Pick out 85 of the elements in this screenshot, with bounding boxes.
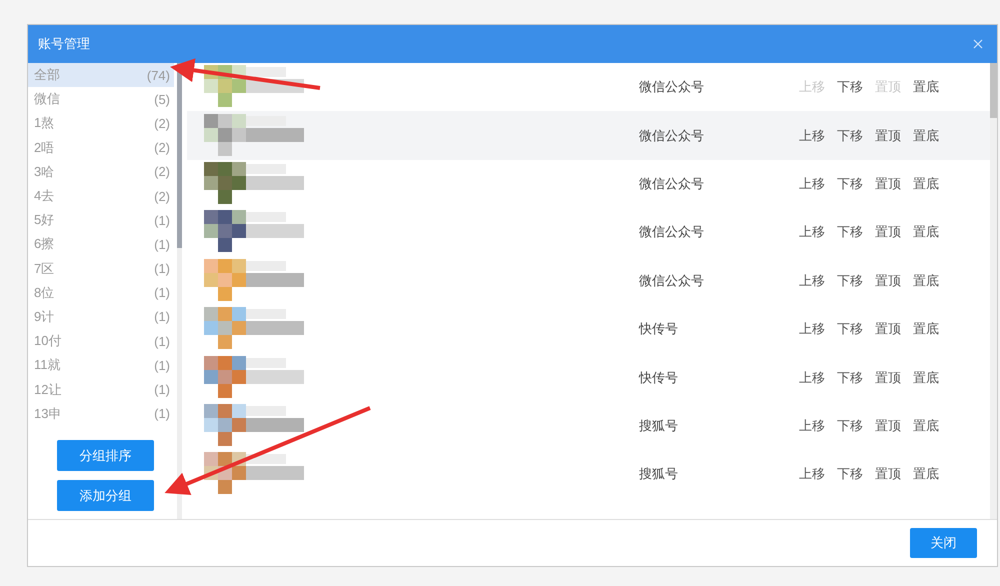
group-name: 2唔 xyxy=(34,138,54,157)
group-name: 3哈 xyxy=(34,162,54,181)
action-link[interactable]: 下移 xyxy=(837,223,863,242)
action-link[interactable]: 下移 xyxy=(837,126,863,145)
action-link[interactable]: 置顶 xyxy=(875,174,901,193)
group-name: 13申 xyxy=(34,404,62,423)
account-row[interactable]: 微信公众号 上移 下移 置顶 置底 xyxy=(187,111,990,160)
action-link[interactable]: 上移 xyxy=(799,320,825,338)
account-type: 微信公众号 xyxy=(639,223,705,242)
account-type: 微信公众号 xyxy=(639,126,705,145)
account-type: 搜狐号 xyxy=(639,416,679,435)
close-icon[interactable] xyxy=(973,39,983,49)
group-count: (1) xyxy=(154,285,170,300)
action-link[interactable]: 下移 xyxy=(837,368,863,387)
group-name: 7区 xyxy=(34,260,54,278)
group-count: (1) xyxy=(154,406,170,422)
account-row[interactable]: 微信公众号 上移 下移 置顶 置底 xyxy=(187,208,990,257)
group-count: (74) xyxy=(146,68,170,83)
account-type: 搜狐号 xyxy=(639,465,679,484)
action-link[interactable]: 上移 xyxy=(799,174,825,193)
account-row[interactable]: 微信公众号 上移 下移 置顶 置底 xyxy=(187,256,990,305)
group-name: 6擦 xyxy=(34,235,54,254)
group-name: 4去 xyxy=(34,187,54,206)
action-link[interactable]: 置顶 xyxy=(875,416,901,435)
action-link[interactable]: 置顶 xyxy=(875,272,901,290)
account-type: 微信公众号 xyxy=(639,78,705,96)
group-count: (2) xyxy=(154,164,170,180)
group-name: 9计 xyxy=(34,308,54,326)
action-link[interactable]: 置底 xyxy=(913,368,939,387)
action-link[interactable]: 置顶 xyxy=(875,126,901,145)
account-row[interactable]: 搜狐号 上移 下移 置顶 置底 xyxy=(187,402,990,450)
account-row[interactable]: 快传号 上移 下移 置顶 置底 xyxy=(187,304,990,354)
action-link[interactable]: 置底 xyxy=(913,78,939,96)
action-link[interactable]: 上移 xyxy=(799,126,825,145)
scrollbar-thumb[interactable] xyxy=(990,63,997,118)
group-name: 11就 xyxy=(34,356,60,374)
action-link[interactable]: 置顶 xyxy=(875,368,901,387)
action-link[interactable]: 置顶 xyxy=(875,320,901,338)
group-count: (1) xyxy=(154,236,170,252)
group-count: (1) xyxy=(154,358,170,373)
group-count: (1) xyxy=(154,334,170,349)
action-link[interactable]: 置底 xyxy=(913,126,939,145)
action-link[interactable]: 上移 xyxy=(799,416,825,435)
action-link[interactable]: 置底 xyxy=(913,272,939,290)
action-link[interactable]: 上移 xyxy=(799,272,825,290)
action-link[interactable]: 下移 xyxy=(837,78,863,96)
group-name: 全部 xyxy=(34,66,60,84)
account-type: 微信公众号 xyxy=(639,272,705,290)
group-count: (1) xyxy=(154,382,170,398)
action-link[interactable]: 下移 xyxy=(837,465,863,484)
group-name: 10付 xyxy=(34,332,62,350)
group-name: 1熬 xyxy=(34,114,54,132)
group-count: (5) xyxy=(154,92,170,107)
group-count: (2) xyxy=(154,188,170,204)
group-count: (1) xyxy=(154,261,170,276)
account-type: 快传号 xyxy=(639,368,679,387)
account-type: 快传号 xyxy=(639,320,679,338)
group-name: 8位 xyxy=(34,284,54,302)
action-link[interactable]: 置底 xyxy=(913,465,939,484)
action-link[interactable]: 置底 xyxy=(913,416,939,435)
account-row[interactable]: 搜狐号 上移 下移 置顶 置底 xyxy=(187,450,990,499)
action-link[interactable]: 置顶 xyxy=(875,223,901,242)
action-link[interactable]: 置底 xyxy=(913,223,939,242)
action-link[interactable]: 置底 xyxy=(913,174,939,193)
group-count: (1) xyxy=(154,212,170,228)
action-link[interactable]: 下移 xyxy=(837,174,863,193)
action-link[interactable]: 上移 xyxy=(799,368,825,387)
group-name: 5好 xyxy=(34,211,54,230)
account-row[interactable]: 快传号 上移 下移 置顶 置底 xyxy=(187,353,990,402)
action-link[interactable]: 下移 xyxy=(837,272,863,290)
account-row[interactable]: 微信公众号 上移 下移 置顶 置底 xyxy=(187,160,990,208)
window-title: 账号管理 xyxy=(38,35,90,53)
action-link[interactable]: 下移 xyxy=(837,416,863,435)
action-link[interactable]: 上移 xyxy=(799,465,825,484)
account-type: 微信公众号 xyxy=(639,174,705,193)
scrollbar-thumb[interactable] xyxy=(177,63,182,248)
action-link[interactable]: 置顶 xyxy=(875,465,901,484)
group-name: 微信 xyxy=(34,90,60,108)
group-count: (2) xyxy=(154,116,170,131)
action-link[interactable]: 置底 xyxy=(913,320,939,338)
group-count: (1) xyxy=(154,309,170,324)
group-name: 12让 xyxy=(34,380,62,399)
action-link[interactable]: 下移 xyxy=(837,320,863,338)
action-link[interactable]: 上移 xyxy=(799,223,825,242)
group-count: (2) xyxy=(154,140,170,156)
